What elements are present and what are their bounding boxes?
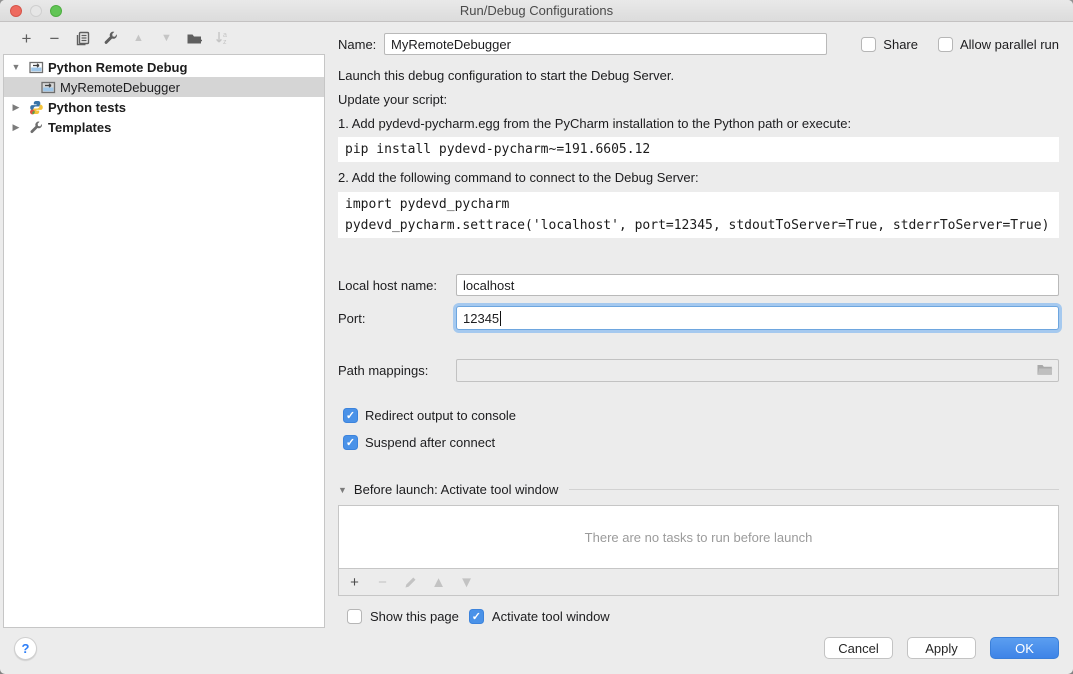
suspend-after-connect-checkbox-group[interactable]: ✓ Suspend after connect [338,435,1059,450]
intro-text: Launch this debug configuration to start… [338,69,1059,82]
update-script-text: Update your script: [338,93,1059,106]
pip-install-command: pip install pydevd-pycharm~=191.6605.12 [338,137,1059,162]
collapse-section-icon[interactable]: ▼ [338,485,347,495]
share-checkbox-group[interactable]: Share [861,37,918,52]
local-host-name-input[interactable] [456,274,1059,296]
tree-item-label: MyRemoteDebugger [60,80,180,95]
remove-task-icon: − [375,574,390,591]
suspend-after-connect-label: Suspend after connect [365,435,495,450]
move-down-icon: ▼ [158,30,175,47]
sort-alphabetically-icon: az [214,30,231,47]
question-mark-icon: ? [22,641,30,656]
move-task-down-icon: ▼ [459,574,474,591]
move-up-icon: ▲ [130,30,147,47]
add-task-icon[interactable]: + [347,574,362,591]
allow-parallel-run-checkbox[interactable] [938,37,953,52]
path-mappings-input[interactable] [456,359,1059,382]
tree-item-label: Templates [48,120,111,135]
remote-debug-config-icon [28,59,44,75]
chevron-collapsed-icon[interactable]: ▶ [8,122,24,133]
show-this-page-checkbox[interactable] [347,609,362,624]
path-mappings-label: Path mappings: [338,363,456,378]
port-input[interactable]: 12345 [456,306,1059,330]
title-bar: Run/Debug Configurations [0,0,1073,22]
name-label: Name: [338,37,384,52]
tree-item-templates[interactable]: ▶ Templates [4,117,324,137]
wrench-icon [28,119,44,135]
allow-parallel-run-label: Allow parallel run [960,37,1059,52]
window-title: Run/Debug Configurations [0,3,1073,18]
suspend-after-connect-checkbox[interactable]: ✓ [343,435,358,450]
tree-item-label: Python tests [48,100,126,115]
tree-item-python-tests[interactable]: ▶ Python tests [4,97,324,117]
tree-item-label: Python Remote Debug [48,60,187,75]
browse-folder-icon[interactable] [1036,363,1053,379]
sidebar-toolbar: + − ▲ ▼ az [0,22,325,54]
redirect-output-checkbox-group[interactable]: ✓ Redirect output to console [338,408,1059,423]
redirect-output-checkbox[interactable]: ✓ [343,408,358,423]
local-host-name-label: Local host name: [338,278,456,293]
help-button[interactable]: ? [14,637,37,660]
share-label: Share [883,37,918,52]
svg-text:a: a [223,32,227,39]
activate-tool-window-checkbox[interactable]: ✓ [469,609,484,624]
add-configuration-icon[interactable]: + [18,30,35,47]
apply-button[interactable]: Apply [907,637,976,659]
new-folder-icon[interactable] [186,30,203,47]
code-line-import: import pydevd_pycharm [345,194,1052,215]
tree-item-python-remote-debug[interactable]: ▼ Python Remote Debug [4,57,324,77]
no-tasks-text: There are no tasks to run before launch [585,530,813,545]
tree-item-myremotedebugger[interactable]: MyRemoteDebugger [4,77,324,97]
copy-configuration-icon[interactable] [74,30,91,47]
task-list-toolbar: + − ▲ ▼ [338,569,1059,596]
step1-text: 1. Add pydevd-pycharm.egg from the PyCha… [338,117,1059,130]
port-value: 12345 [463,311,499,326]
chevron-collapsed-icon[interactable]: ▶ [8,102,24,113]
ok-button[interactable]: OK [990,637,1059,659]
edit-defaults-wrench-icon[interactable] [102,30,119,47]
chevron-expanded-icon[interactable]: ▼ [8,62,24,72]
python-tests-icon [28,99,44,115]
move-task-up-icon: ▲ [431,574,446,591]
remote-debug-config-icon [40,79,56,95]
configurations-tree: ▼ Python Remote Debug MyRemoteDebugger ▶ [3,54,325,628]
code-line-settrace: pydevd_pycharm.settrace('localhost', por… [345,215,1052,236]
section-divider [569,489,1059,490]
before-launch-section-header[interactable]: ▼ Before launch: Activate tool window [338,482,1059,497]
port-label: Port: [338,311,456,326]
run-debug-configurations-dialog: Run/Debug Configurations + − ▲ ▼ az [0,0,1073,674]
name-input[interactable] [384,33,827,55]
show-this-page-label: Show this page [370,609,459,624]
before-launch-label: Before launch: Activate tool window [354,482,559,497]
remove-configuration-icon[interactable]: − [46,30,63,47]
text-caret [500,311,501,326]
activate-tool-window-label: Activate tool window [492,609,610,624]
allow-parallel-run-checkbox-group[interactable]: Allow parallel run [938,37,1059,52]
show-this-page-checkbox-group[interactable]: Show this page [347,609,459,624]
cancel-button[interactable]: Cancel [824,637,893,659]
dialog-footer: ? Cancel Apply OK [0,628,1073,674]
activate-tool-window-checkbox-group[interactable]: ✓ Activate tool window [469,609,610,624]
redirect-output-label: Redirect output to console [365,408,516,423]
settrace-code-block: import pydevd_pycharm pydevd_pycharm.set… [338,192,1059,238]
step2-text: 2. Add the following command to connect … [338,171,1059,184]
configuration-editor: Name: Share Allow parallel run Launch th… [325,22,1073,628]
before-launch-task-list[interactable]: There are no tasks to run before launch [338,505,1059,569]
configurations-sidebar: + − ▲ ▼ az ▼ [0,22,325,628]
svg-text:z: z [223,39,227,46]
edit-task-pencil-icon [403,576,418,589]
share-checkbox[interactable] [861,37,876,52]
